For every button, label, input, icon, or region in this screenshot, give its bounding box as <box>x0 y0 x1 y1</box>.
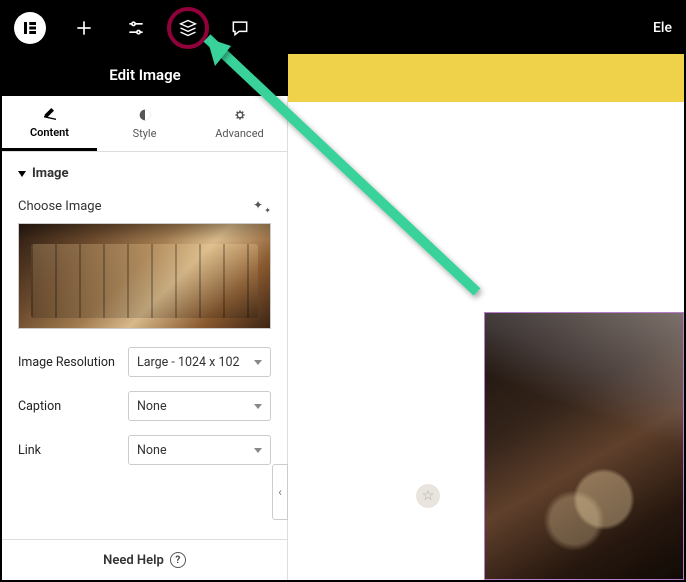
structure-icon[interactable] <box>174 14 202 42</box>
tab-content[interactable]: Content <box>2 96 97 151</box>
need-help-label[interactable]: Need Help <box>103 553 164 568</box>
panel-title: Edit Image <box>2 54 288 96</box>
choose-image-label: Choose Image <box>18 199 101 214</box>
yellow-section[interactable] <box>288 54 684 102</box>
panel-footer: Need Help ? <box>2 539 287 580</box>
tab-content-label: Content <box>30 126 69 139</box>
caption-select[interactable]: None <box>128 391 271 421</box>
panel-body: Image Choose Image Image Resolution Larg… <box>2 152 287 539</box>
section-title: Image <box>32 166 68 181</box>
toolbar-right-label: Ele <box>653 20 672 36</box>
help-icon[interactable]: ? <box>170 552 186 568</box>
tab-style-label: Style <box>133 127 157 140</box>
chevron-down-icon <box>18 171 26 177</box>
chevron-down-icon <box>254 404 262 409</box>
chevron-down-icon <box>254 448 262 453</box>
ai-generate-icon[interactable] <box>253 197 271 215</box>
link-value: None <box>137 443 167 458</box>
resolution-label: Image Resolution <box>18 355 118 370</box>
settings-icon[interactable] <box>122 14 150 42</box>
favorite-icon[interactable]: ☆ <box>416 484 440 508</box>
link-select[interactable]: None <box>128 435 271 465</box>
chevron-down-icon <box>254 360 262 365</box>
caption-value: None <box>137 399 167 414</box>
top-toolbar: Ele <box>2 2 684 54</box>
tab-advanced-label: Advanced <box>215 127 263 140</box>
add-element-icon[interactable] <box>70 14 98 42</box>
tab-advanced[interactable]: Advanced <box>192 96 287 151</box>
tab-style[interactable]: Style <box>97 96 192 151</box>
caption-label: Caption <box>18 399 118 414</box>
image-preview[interactable] <box>18 223 271 329</box>
resolution-value: Large - 1024 x 102 <box>137 355 240 370</box>
side-panel: Edit Image Content Style Advanced Image … <box>2 54 288 580</box>
comments-icon[interactable] <box>226 14 254 42</box>
canvas-area[interactable]: ☆ <box>288 54 684 580</box>
section-image-header[interactable]: Image <box>18 166 271 181</box>
collapse-panel-handle[interactable]: ‹ <box>272 464 288 520</box>
panel-tabs: Content Style Advanced <box>2 96 287 152</box>
resolution-select[interactable]: Large - 1024 x 102 <box>128 347 271 377</box>
elementor-logo[interactable] <box>14 12 46 44</box>
link-label: Link <box>18 443 118 458</box>
canvas-image-widget[interactable] <box>484 312 684 580</box>
